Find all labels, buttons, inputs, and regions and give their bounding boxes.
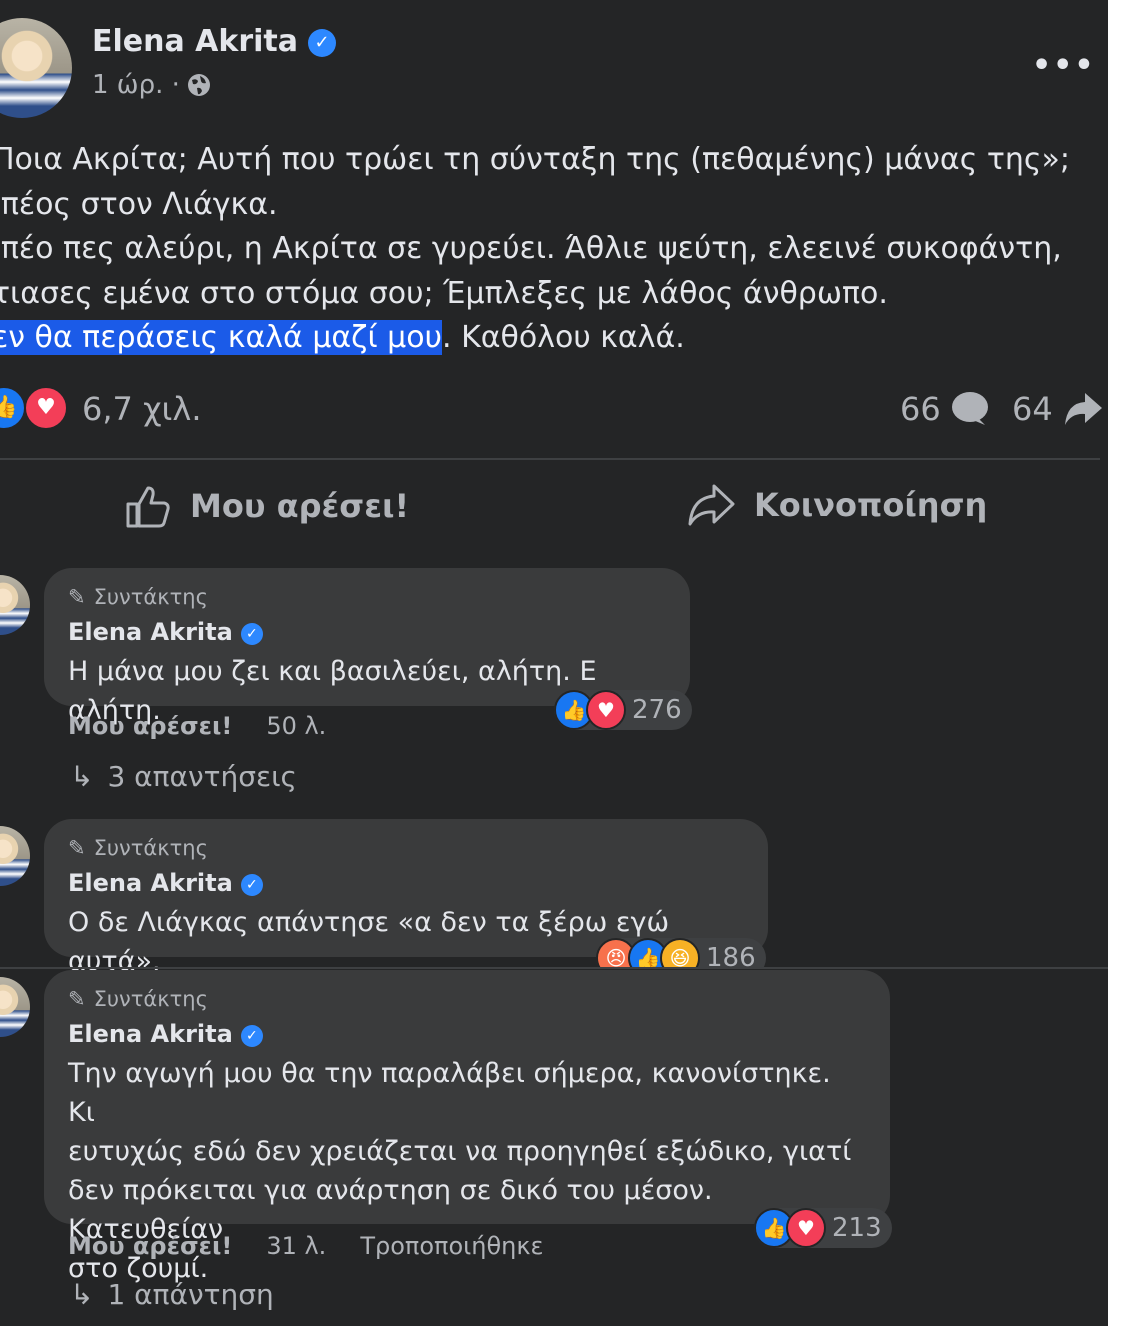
post-line: Ιπέος στον Λιάγκα. [0,186,278,222]
reactions-count[interactable]: 6,7 χιλ. [82,390,201,428]
post-author[interactable]: Elena Akrita ✓ [92,24,337,59]
globe-icon [187,74,210,96]
comment-edited-label[interactable]: Τροποποιήθηκε [360,1232,543,1260]
post-meta: 1 ώρ. · [92,70,212,100]
verified-icon: ✓ [240,1025,263,1047]
comment-bubble-icon [951,392,988,425]
screenshot-seam [0,967,1108,969]
author-role: ✎ Συντάκτης [68,833,744,863]
post-line: εν θα περάσεις καλά μαζί μου. Καθόλου κα… [0,316,1102,361]
comment-author-name[interactable]: Elena Akrita [68,869,233,897]
author-role-label: Συντάκτης [93,987,208,1011]
facebook-post-panel: Elena Akrita ✓ 1 ώρ. · ••• Ποια Ακρίτα; Α… [0,0,1108,1326]
comment-like-link[interactable]: Μου αρέσει! [68,712,232,740]
selected-text-highlight: εν θα περάσεις καλά μαζί μου [0,320,442,355]
share-arrow-icon [1064,393,1102,425]
comments-count: 66 [900,390,941,428]
comment-reactions-count: 213 [832,1213,882,1243]
comment-text-line: Την αγωγή μου θα την παραλάβει σήμερα, κ… [68,1058,831,1128]
comment-meta: Μου αρέσει! 31 λ. Τροποποιήθηκε [68,1232,544,1260]
share-button-label: Κοινοποίηση [754,486,988,524]
view-replies-link[interactable]: ↳ 3 απαντήσεις [70,760,297,793]
share-arrow-icon [688,484,735,526]
like-button[interactable]: Μου αρέσει! [124,482,409,530]
post-body: Ποια Ακρίτα; Αυτή που τρώει τη σύνταξη τ… [0,138,1102,361]
reply-arrow-icon: ↳ [70,760,94,793]
comment-like-link[interactable]: Μου αρέσει! [68,1232,232,1260]
comment-author[interactable]: Elena Akrita ✓ [68,618,666,652]
post-line: Ιπέο πες αλεύρι, η Ακρίτα σε γυρεύει. Άθ… [0,231,1062,266]
shares-count: 64 [1012,390,1053,428]
share-button[interactable]: Κοινοποίηση [686,482,987,528]
reply-arrow-icon: ↳ [70,1278,94,1311]
author-role-label: Συντάκτης [93,836,208,860]
comment-bubble: ✎ Συντάκτης Elena Akrita ✓ Την αγωγή μου … [44,970,890,1284]
author-role: ✎ Συντάκτης [68,582,666,612]
heart-icon: ♥ [786,1208,826,1248]
comment-bubble: ✎ Συντάκτης Elena Akrita ✓ Ο δε Λιάγκας α… [44,819,768,977]
pencil-icon: ✎ [68,836,86,860]
thumbs-up-icon[interactable]: 👍 [0,386,26,430]
comment-text-line: ευτυχώς εδώ δεν χρειάζεται να προηγηθεί … [68,1136,852,1167]
verified-icon: ✓ [240,623,263,645]
heart-icon: ♥ [586,690,626,730]
pencil-icon: ✎ [68,987,86,1011]
heart-icon[interactable]: ♥ [24,386,68,430]
comment-bubble: ✎ Συντάκτης Elena Akrita ✓ Η μάνα μου ζει… [44,568,690,726]
commenter-avatar[interactable] [0,826,30,886]
comments-stat[interactable]: 66 [900,390,989,428]
comment-author-name[interactable]: Elena Akrita [68,1020,233,1048]
author-role-label: Συντάκτης [93,585,208,609]
more-options-icon[interactable]: ••• [1032,48,1096,83]
haha-face-icon: 😆 [660,938,700,967]
author-avatar[interactable] [0,18,72,118]
commenter-avatar[interactable] [0,575,30,635]
thumbs-up-icon [126,486,170,528]
replies-count: 1 απάντηση [107,1278,274,1311]
comment-reactions-count: 186 [706,943,756,967]
shares-stat[interactable]: 64 [1012,390,1103,428]
post-time[interactable]: 1 ώρ. · [92,70,180,100]
reactions-row: 👍 ♥ 6,7 χιλ. 66 64 [0,386,1108,432]
post-line: τιασες εμένα στο στόμα σου; Έμπλεξες με … [0,275,888,311]
comment-reactions-badge[interactable]: 👍 ♥ 213 [754,1208,892,1248]
comment-time[interactable]: 31 λ. [266,1232,326,1260]
post-line: Ποια Ακρίτα; Αυτή που τρώει τη σύνταξη τ… [0,142,1070,177]
divider [0,458,1100,460]
pencil-icon: ✎ [68,585,86,609]
verified-icon: ✓ [240,874,263,896]
comment-reactions-count: 276 [632,695,682,725]
post-line-rest: . Καθόλου καλά. [442,320,685,355]
comment-reactions-badge-clip: 😠 👍 😆 186 [596,938,776,967]
view-replies-link[interactable]: ↳ 1 απάντηση [70,1278,274,1311]
comment-author[interactable]: Elena Akrita ✓ [68,1020,866,1054]
post-author-name[interactable]: Elena Akrita [92,24,298,59]
replies-count: 3 απαντήσεις [107,760,297,793]
comment-author[interactable]: Elena Akrita ✓ [68,869,744,903]
like-button-label: Μου αρέσει! [190,487,410,525]
comment-time[interactable]: 50 λ. [266,712,326,740]
commenter-avatar[interactable] [0,977,30,1037]
comment-meta: Μου αρέσει! 50 λ. [68,712,326,740]
comment-reactions-badge[interactable]: 👍 ♥ 276 [554,690,692,730]
verified-icon: ✓ [308,29,337,57]
author-role: ✎ Συντάκτης [68,984,866,1014]
comment-author-name[interactable]: Elena Akrita [68,618,233,646]
comment-reactions-badge[interactable]: 😠 👍 😆 186 [596,938,766,967]
